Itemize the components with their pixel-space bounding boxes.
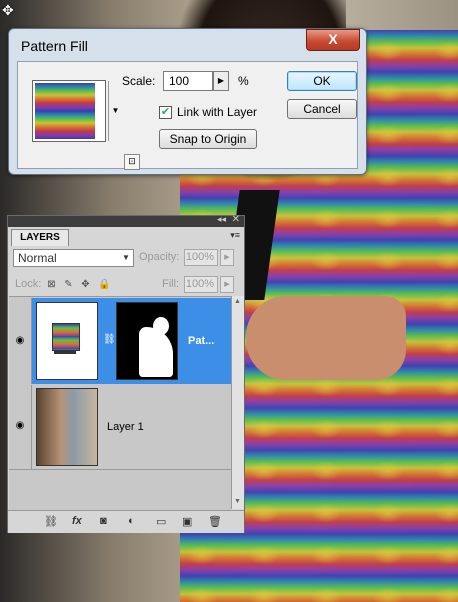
fill-layer-thumbnail[interactable] [36,302,98,380]
mask-icon[interactable]: ◙ [100,515,107,527]
layer-row[interactable]: ◉ Layer 1 [9,385,231,470]
dialog-body: ▼ ⊡ Scale: 100 ▶ % ✔ Link with Layer Sna… [17,61,358,170]
hand-region [246,296,406,380]
snap-to-origin-button[interactable]: Snap to Origin [159,129,257,149]
scroll-up-icon[interactable]: ▲ [234,298,241,305]
create-preset-icon[interactable]: ⊡ [124,154,140,170]
panel-header-bar: ◂◂ ✕ [8,214,244,227]
layer-mask-thumbnail[interactable] [116,302,178,380]
panel-menu-icon[interactable]: ▾≡ [230,230,240,241]
layer-name[interactable]: Layer 1 [107,421,144,433]
link-icon[interactable]: ⛓ [44,515,58,528]
dialog-title: Pattern Fill [21,38,88,54]
mask-silhouette-head [153,317,169,335]
blend-mode-select[interactable]: Normal ▼ [13,249,134,267]
percent-sign: % [238,74,249,88]
photo-layer-thumbnail[interactable] [36,388,98,466]
opacity-input[interactable]: 100% [184,249,218,266]
new-layer-icon[interactable]: ▣ [182,515,192,528]
fx-icon[interactable]: fx [72,515,82,527]
thumbnail-base [54,351,76,354]
chevron-down-icon[interactable]: ▼ [108,81,122,141]
pattern-thumbnail-icon [52,323,80,351]
pattern-fill-dialog: Pattern Fill X ▼ ⊡ Scale: 100 ▶ % ✔ Link… [8,28,367,175]
close-button[interactable]: X [306,29,360,51]
layers-footer: ⛓ fx ◙ ◐ ▭ ▣ 🗑 [8,510,244,533]
lock-transparency-icon[interactable]: ⊠ [46,279,57,290]
scale-input[interactable]: 100 [163,71,213,91]
layers-scrollbar[interactable]: ▲ ▼ [231,296,244,509]
opacity-arrow-icon[interactable]: ▶ [220,249,234,266]
move-cursor-icon: ✥ [2,2,14,18]
layer-name[interactable]: Pat... [188,335,214,347]
adjustment-icon[interactable]: ◐ [128,515,135,527]
layers-list: ◉ ⛓ Pat... ◉ Layer 1 [9,296,231,510]
opacity-label: Opacity: [139,251,180,263]
fill-label: Fill: [162,278,180,290]
close-panel-icon[interactable]: ✕ [232,214,240,225]
chevron-down-icon: ▼ [122,253,130,262]
tab-layers[interactable]: LAYERS [11,229,69,246]
eye-icon[interactable]: ◉ [13,336,27,346]
collapse-icon[interactable]: ◂◂ [217,214,226,225]
layer-row[interactable]: ◉ ⛓ Pat... [9,298,231,384]
fill-input[interactable]: 100% [184,276,218,293]
blend-mode-value: Normal [18,251,57,265]
lock-pixels-icon[interactable]: ✎ [63,279,74,290]
eye-icon[interactable]: ◉ [13,421,27,431]
layers-panel: ◂◂ ✕ LAYERS ▾≡ Normal ▼ Opacity: 100% ▶ … [7,214,245,533]
chain-link-icon[interactable]: ⛓ [103,334,116,345]
link-with-layer-checkbox[interactable]: ✔ [159,106,172,119]
group-folder-icon[interactable]: ▭ [156,515,166,528]
scale-slider-arrow-icon[interactable]: ▶ [213,71,229,91]
lock-position-icon[interactable]: ✥ [80,279,91,290]
cancel-button[interactable]: Cancel [287,99,357,119]
pattern-swatch [35,83,95,139]
scroll-down-icon[interactable]: ▼ [234,498,241,505]
pattern-picker[interactable]: ▼ [32,80,119,142]
fill-arrow-icon[interactable]: ▶ [220,276,234,293]
ok-button[interactable]: OK [287,71,357,91]
lock-label: Lock: [15,278,42,290]
lock-all-icon[interactable]: 🔒 [98,279,110,290]
link-with-layer-label: Link with Layer [177,105,258,119]
scale-label: Scale: [122,74,156,88]
mask-silhouette [139,327,173,377]
trash-icon[interactable]: 🗑 [208,515,222,528]
